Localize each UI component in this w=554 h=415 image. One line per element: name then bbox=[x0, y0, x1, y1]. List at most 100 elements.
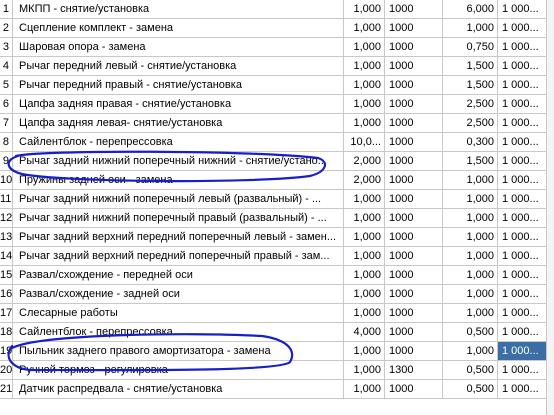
quantity-cell[interactable]: 1,000 bbox=[344, 57, 385, 76]
norm-hours-cell[interactable]: 1,000 bbox=[443, 228, 498, 247]
amount-cell[interactable]: 1 000... bbox=[498, 304, 551, 323]
table-row[interactable]: 3 Шаровая опора - замена 1,000 1000 0,750 1 0… bbox=[0, 38, 554, 57]
quantity-cell[interactable]: 2,000 bbox=[344, 171, 385, 190]
norm-hours-cell[interactable]: 0,500 bbox=[443, 380, 498, 399]
price-cell[interactable]: 1000 bbox=[385, 0, 443, 19]
quantity-cell[interactable]: 1,000 bbox=[344, 266, 385, 285]
table-row[interactable]: 10 Пружины задней оси - замена 2,000 1000 1,… bbox=[0, 171, 554, 190]
amount-cell[interactable]: 1 000... bbox=[498, 209, 551, 228]
row-number[interactable]: 21 bbox=[0, 380, 13, 399]
table-row[interactable]: 19 Пыльник заднего правого амортизатора -… bbox=[0, 342, 554, 361]
work-name-cell[interactable]: Сцепление комплект - замена bbox=[13, 19, 344, 38]
work-name-cell[interactable]: Рычаг задний верхний передний поперечный… bbox=[13, 247, 344, 266]
norm-hours-cell[interactable]: 0,300 bbox=[443, 133, 498, 152]
price-cell[interactable]: 1000 bbox=[385, 228, 443, 247]
norm-hours-cell[interactable]: 1,000 bbox=[443, 304, 498, 323]
quantity-cell[interactable]: 1,000 bbox=[344, 361, 385, 380]
row-number[interactable]: 7 bbox=[0, 114, 13, 133]
row-number[interactable]: 16 bbox=[0, 285, 13, 304]
table-row[interactable]: 12 Рычаг задний нижний поперечный правый … bbox=[0, 209, 554, 228]
row-number[interactable]: 10 bbox=[0, 171, 13, 190]
table-row[interactable]: 6 Цапфа задняя правая - снятие/установка 1… bbox=[0, 95, 554, 114]
amount-cell[interactable]: 1 000... bbox=[498, 76, 551, 95]
table-row[interactable]: 8 Сайлентблок - перепрессовка 10,0... 1000 0… bbox=[0, 133, 554, 152]
norm-hours-cell[interactable]: 1,500 bbox=[443, 76, 498, 95]
quantity-cell[interactable]: 1,000 bbox=[344, 209, 385, 228]
work-name-cell[interactable]: Цапфа задняя правая - снятие/установка bbox=[13, 95, 344, 114]
row-number[interactable]: 13 bbox=[0, 228, 13, 247]
quantity-cell[interactable]: 1,000 bbox=[344, 342, 385, 361]
vertical-scrollbar-edge[interactable] bbox=[546, 0, 554, 415]
quantity-cell[interactable]: 1,000 bbox=[344, 38, 385, 57]
work-name-cell[interactable]: Датчик распредвала - снятие/установка bbox=[13, 380, 344, 399]
price-cell[interactable]: 1000 bbox=[385, 152, 443, 171]
table-row[interactable]: 14 Рычаг задний верхний передний поперечн… bbox=[0, 247, 554, 266]
row-number[interactable]: 11 bbox=[0, 190, 13, 209]
quantity-cell[interactable]: 2,000 bbox=[344, 152, 385, 171]
norm-hours-cell[interactable]: 2,500 bbox=[443, 95, 498, 114]
table-row[interactable]: 2 Сцепление комплект - замена 1,000 1000 1,0… bbox=[0, 19, 554, 38]
quantity-cell[interactable]: 4,000 bbox=[344, 323, 385, 342]
price-cell[interactable]: 1000 bbox=[385, 38, 443, 57]
norm-hours-cell[interactable]: 1,000 bbox=[443, 285, 498, 304]
price-cell[interactable]: 1000 bbox=[385, 266, 443, 285]
amount-cell[interactable]: 1 000... bbox=[498, 380, 551, 399]
price-cell[interactable]: 1000 bbox=[385, 285, 443, 304]
amount-cell[interactable]: 1 000... bbox=[498, 57, 551, 76]
quantity-cell[interactable]: 1,000 bbox=[344, 95, 385, 114]
price-cell[interactable]: 1000 bbox=[385, 133, 443, 152]
quantity-cell[interactable]: 1,000 bbox=[344, 228, 385, 247]
amount-cell[interactable]: 1 000... bbox=[498, 342, 551, 361]
norm-hours-cell[interactable]: 1,500 bbox=[443, 57, 498, 76]
amount-cell[interactable]: 1 000... bbox=[498, 38, 551, 57]
norm-hours-cell[interactable]: 1,000 bbox=[443, 266, 498, 285]
table-row[interactable]: 18 Сайлентблок - перепрессовка 4,000 1000 0,… bbox=[0, 323, 554, 342]
price-cell[interactable]: 1000 bbox=[385, 57, 443, 76]
norm-hours-cell[interactable]: 1,000 bbox=[443, 247, 498, 266]
amount-cell[interactable]: 1 000... bbox=[498, 152, 551, 171]
work-name-cell[interactable]: Слесарные работы bbox=[13, 304, 344, 323]
quantity-cell[interactable]: 1,000 bbox=[344, 285, 385, 304]
table-row[interactable]: 7 Цапфа задняя левая- снятие/установка 1,0… bbox=[0, 114, 554, 133]
price-cell[interactable]: 1000 bbox=[385, 304, 443, 323]
row-number[interactable]: 20 bbox=[0, 361, 13, 380]
table-row[interactable]: 4 Рычаг передний левый - снятие/установка… bbox=[0, 57, 554, 76]
amount-cell[interactable]: 1 000... bbox=[498, 95, 551, 114]
norm-hours-cell[interactable]: 6,000 bbox=[443, 0, 498, 19]
norm-hours-cell[interactable]: 2,500 bbox=[443, 114, 498, 133]
table-row[interactable]: 5 Рычаг передний правый - снятие/установк… bbox=[0, 76, 554, 95]
quantity-cell[interactable]: 10,0... bbox=[344, 133, 385, 152]
amount-cell[interactable]: 1 000... bbox=[498, 228, 551, 247]
table-row[interactable]: 20 Ручной тормоз - регулировка 1,000 1300 0,… bbox=[0, 361, 554, 380]
row-number[interactable]: 17 bbox=[0, 304, 13, 323]
norm-hours-cell[interactable]: 0,750 bbox=[443, 38, 498, 57]
work-name-cell[interactable]: Рычаг передний левый - снятие/установка bbox=[13, 57, 344, 76]
work-name-cell[interactable]: Рычаг задний нижний поперечный левый (ра… bbox=[13, 190, 344, 209]
table-row[interactable]: 16 Развал/схождение - задней оси 1,000 1000… bbox=[0, 285, 554, 304]
work-name-cell[interactable]: Рычаг задний нижний поперечный нижний - … bbox=[13, 152, 344, 171]
quantity-cell[interactable]: 1,000 bbox=[344, 19, 385, 38]
norm-hours-cell[interactable]: 1,000 bbox=[443, 342, 498, 361]
table-row[interactable]: 21 Датчик распредвала - снятие/установка 1… bbox=[0, 380, 554, 399]
table-row[interactable]: 9 Рычаг задний нижний поперечный нижний -… bbox=[0, 152, 554, 171]
work-name-cell[interactable]: Цапфа задняя левая- снятие/установка bbox=[13, 114, 344, 133]
amount-cell[interactable]: 1 000... bbox=[498, 171, 551, 190]
amount-cell[interactable]: 1 000... bbox=[498, 323, 551, 342]
work-name-cell[interactable]: Пружины задней оси - замена bbox=[13, 171, 344, 190]
row-number[interactable]: 4 bbox=[0, 57, 13, 76]
work-name-cell[interactable]: Развал/схождение - задней оси bbox=[13, 285, 344, 304]
table-row[interactable]: 15 Развал/схождение - передней оси 1,000 10… bbox=[0, 266, 554, 285]
quantity-cell[interactable]: 1,000 bbox=[344, 0, 385, 19]
price-cell[interactable]: 1000 bbox=[385, 380, 443, 399]
price-cell[interactable]: 1000 bbox=[385, 342, 443, 361]
price-cell[interactable]: 1000 bbox=[385, 247, 443, 266]
norm-hours-cell[interactable]: 0,500 bbox=[443, 323, 498, 342]
norm-hours-cell[interactable]: 1,000 bbox=[443, 190, 498, 209]
table-row[interactable]: 1 МКПП - снятие/установка 1,000 1000 6,000 1 … bbox=[0, 0, 554, 19]
price-cell[interactable]: 1000 bbox=[385, 323, 443, 342]
work-name-cell[interactable]: Развал/схождение - передней оси bbox=[13, 266, 344, 285]
row-number[interactable]: 15 bbox=[0, 266, 13, 285]
row-number[interactable]: 5 bbox=[0, 76, 13, 95]
amount-cell[interactable]: 1 000... bbox=[498, 114, 551, 133]
row-number[interactable]: 19 bbox=[0, 342, 13, 361]
